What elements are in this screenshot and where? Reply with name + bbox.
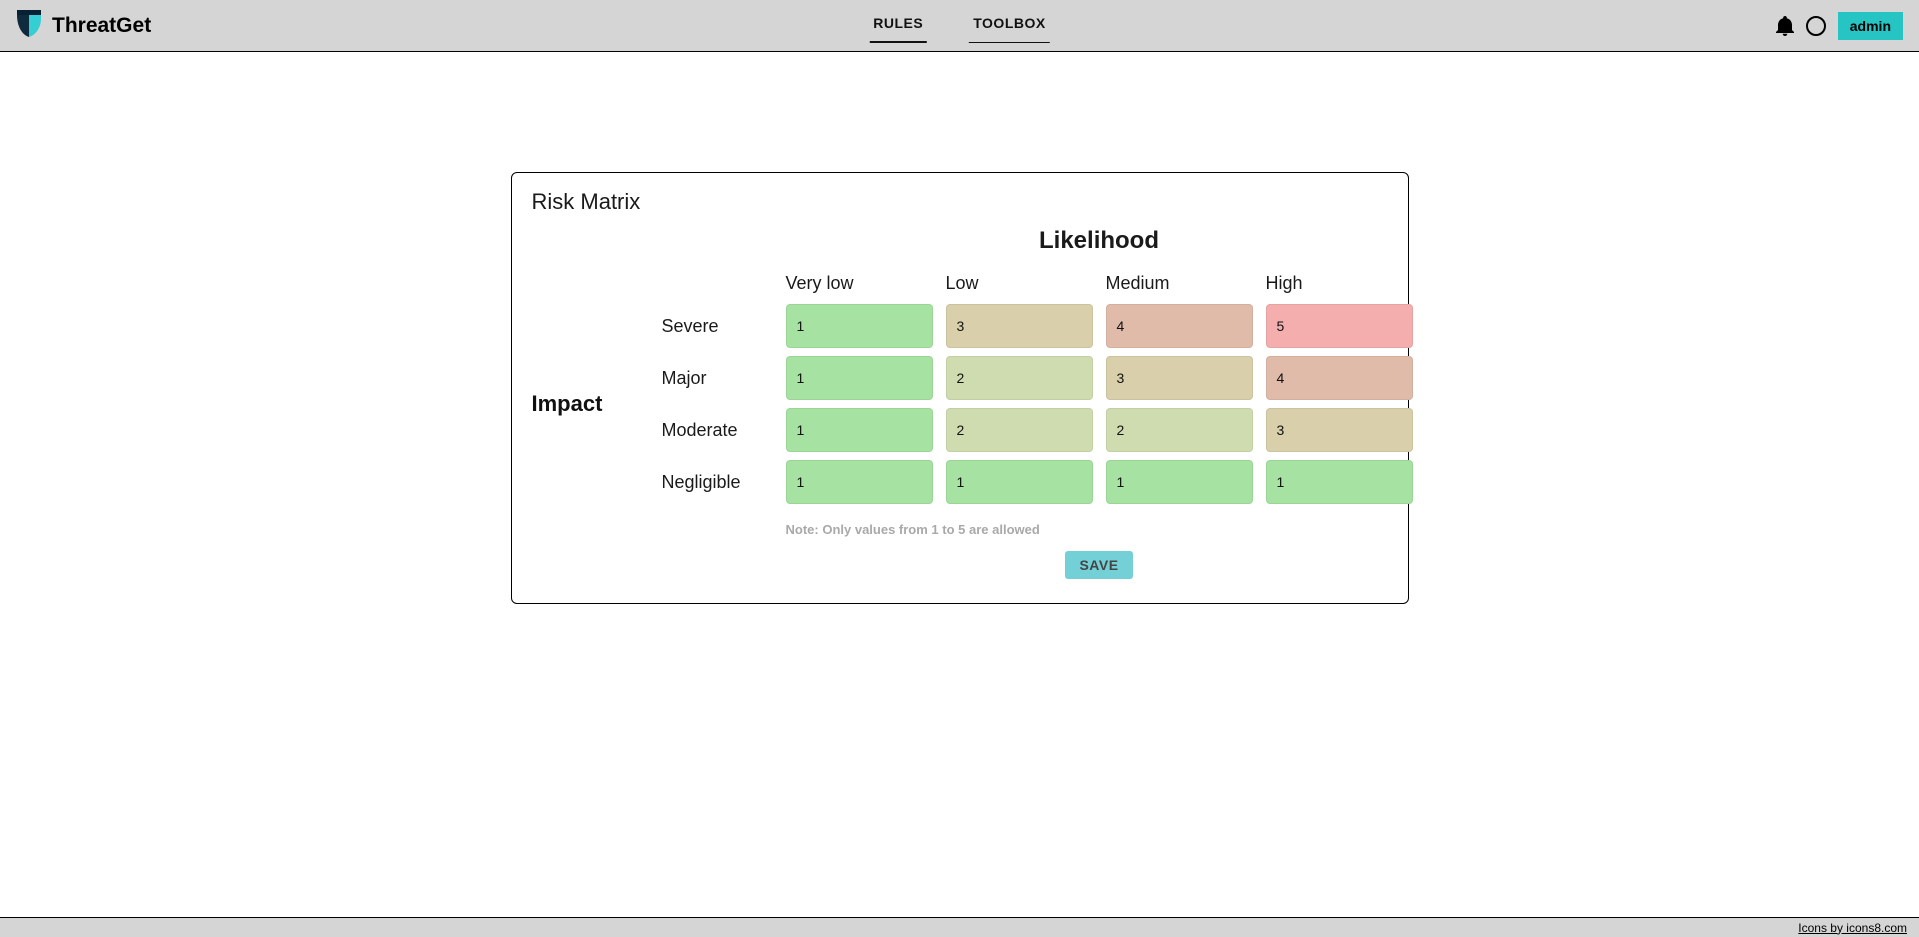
footer-bar: Icons by icons8.com — [0, 917, 1919, 937]
top-bar: ThreatGet RULES TOOLBOX admin — [0, 0, 1919, 52]
footer-credit-link[interactable]: Icons by icons8.com — [1798, 921, 1907, 935]
risk-cell[interactable]: 1 — [786, 460, 933, 504]
risk-cell[interactable]: 1 — [786, 304, 933, 348]
risk-cell[interactable]: 3 — [1266, 408, 1413, 452]
column-header: Medium — [1102, 271, 1257, 300]
user-button[interactable]: admin — [1838, 12, 1903, 40]
bell-icon[interactable] — [1776, 16, 1794, 36]
main: Risk Matrix LikelihoodVery lowLowMediumH… — [0, 52, 1919, 917]
card-title: Risk Matrix — [532, 189, 1388, 215]
top-tools: admin — [1776, 12, 1903, 40]
column-header: Low — [942, 271, 1097, 300]
risk-cell[interactable]: 4 — [1106, 304, 1253, 348]
save-button[interactable]: SAVE — [1065, 551, 1132, 579]
note-text: Note: Only values from 1 to 5 are allowe… — [782, 508, 1417, 551]
risk-cell[interactable]: 1 — [786, 356, 933, 400]
row-label: Major — [662, 352, 777, 404]
row-label: Severe — [662, 300, 777, 352]
risk-cell[interactable]: 1 — [946, 460, 1093, 504]
risk-cell[interactable]: 2 — [946, 356, 1093, 400]
risk-cell[interactable]: 1 — [1266, 460, 1413, 504]
risk-cell[interactable]: 4 — [1266, 356, 1413, 400]
risk-cell[interactable]: 2 — [946, 408, 1093, 452]
risk-cell[interactable]: 1 — [786, 408, 933, 452]
nav-tab-toolbox[interactable]: TOOLBOX — [969, 9, 1049, 43]
risk-matrix-card: Risk Matrix LikelihoodVery lowLowMediumH… — [511, 172, 1409, 604]
impact-title: Impact — [532, 300, 657, 508]
avatar-icon[interactable] — [1806, 16, 1826, 36]
column-header: Very low — [782, 271, 937, 300]
risk-cell[interactable]: 3 — [1106, 356, 1253, 400]
risk-cell[interactable]: 3 — [946, 304, 1093, 348]
nav-tab-rules[interactable]: RULES — [869, 9, 927, 43]
row-label: Negligible — [662, 456, 777, 508]
logo-icon — [16, 8, 42, 43]
risk-cell[interactable]: 2 — [1106, 408, 1253, 452]
risk-matrix: LikelihoodVery lowLowMediumHighImpactSev… — [532, 223, 1388, 579]
top-nav: RULES TOOLBOX — [869, 9, 1049, 43]
likelihood-title: Likelihood — [782, 223, 1417, 271]
risk-cell[interactable]: 5 — [1266, 304, 1413, 348]
column-header: High — [1262, 271, 1417, 300]
row-label: Moderate — [662, 404, 777, 456]
brand-name: ThreatGet — [52, 14, 151, 38]
risk-cell[interactable]: 1 — [1106, 460, 1253, 504]
brand: ThreatGet — [16, 8, 151, 43]
